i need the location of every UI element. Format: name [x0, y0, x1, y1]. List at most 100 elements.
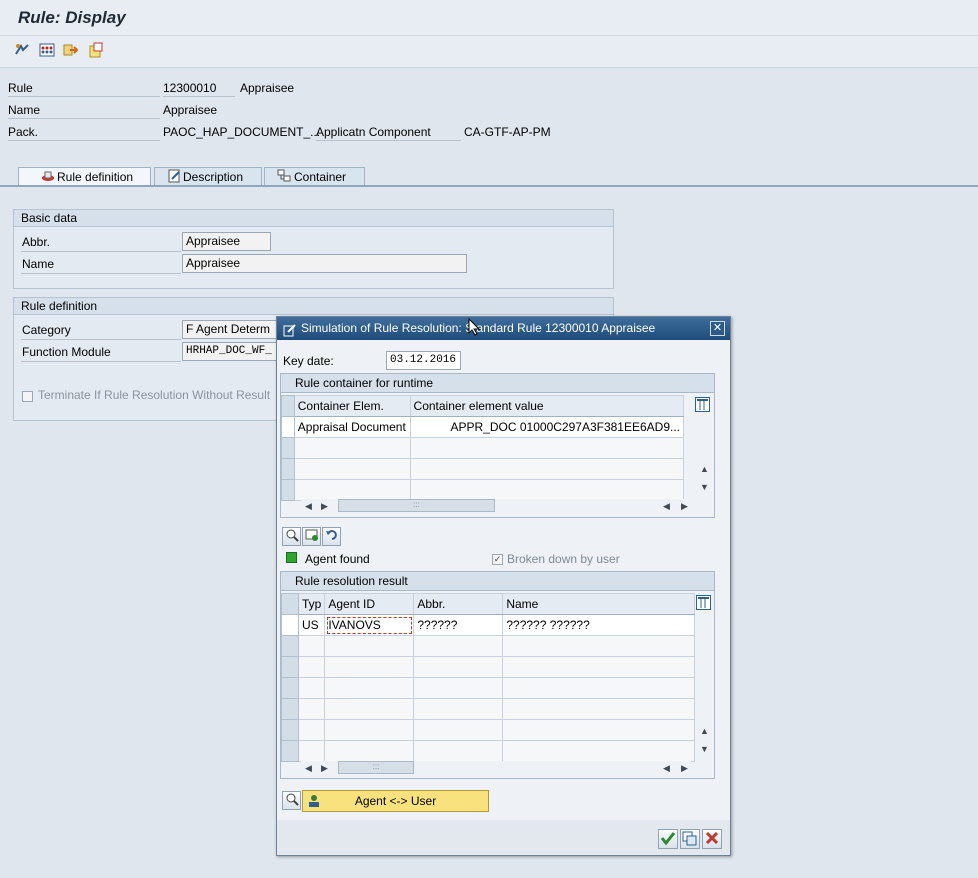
title-bar: Rule: Display	[0, 0, 978, 36]
agent-found-label: Agent found	[305, 552, 370, 566]
rule-container-title: Rule container for runtime	[281, 374, 714, 393]
name-label-underline	[21, 273, 181, 274]
details-button[interactable]	[282, 791, 301, 810]
where-used-icon[interactable]	[87, 42, 105, 60]
scroll-right-icon[interactable]: ▶	[321, 501, 328, 512]
row-selector[interactable]	[281, 416, 295, 438]
terminate-label: Terminate If Rule Resolution Without Res…	[38, 388, 271, 402]
row-selector[interactable]	[281, 635, 299, 657]
abbr-label-underline	[21, 251, 181, 252]
result-table: Typ Agent ID Abbr. Name US IVANOVS ?????…	[281, 593, 695, 762]
table-row[interactable]: Appraisal Document APPR_DOC 01000C297A3F…	[281, 416, 685, 438]
dialog-footer	[277, 820, 730, 855]
category-field[interactable]: F Agent Determ	[182, 320, 282, 339]
rule-id: 12300010	[163, 81, 217, 95]
table-row[interactable]	[281, 656, 695, 678]
layout-settings-icon[interactable]	[696, 595, 711, 613]
scroll-down-icon[interactable]: ▼	[700, 744, 709, 754]
function-module-field[interactable]: HRHAP_DOC_WF_	[182, 342, 282, 361]
row-selector[interactable]	[281, 719, 299, 741]
rule-resolution-title: Rule resolution result	[281, 572, 714, 591]
column-header[interactable]: Container element value	[409, 395, 685, 417]
magnifier-icon	[285, 793, 299, 809]
rule-resolution-section: Rule resolution result Typ Agent ID Abbr…	[280, 571, 715, 779]
undo-icon	[325, 530, 339, 545]
details-button[interactable]	[282, 527, 301, 546]
table-row[interactable]	[281, 458, 685, 480]
confirm-button[interactable]	[658, 829, 678, 849]
rule-label-underline	[8, 96, 160, 97]
layout-settings-icon[interactable]	[695, 397, 710, 415]
abbr-field[interactable]: Appraisee	[182, 232, 271, 251]
table-row[interactable]	[281, 719, 695, 741]
scroll-up-icon[interactable]: ▲	[700, 464, 709, 474]
row-selector[interactable]	[281, 698, 299, 720]
table-row[interactable]	[281, 479, 685, 501]
column-header[interactable]: Container Elem.	[293, 395, 411, 417]
select-all-cell[interactable]	[281, 593, 299, 615]
bindings-icon[interactable]	[38, 42, 56, 60]
scroll-thumb[interactable]: :::	[338, 499, 495, 512]
horizontal-scrollbar[interactable]: ◀ ▶ ::: ◀ ▶	[301, 761, 691, 775]
row-selector[interactable]	[281, 677, 299, 699]
column-header[interactable]: Abbr.	[413, 593, 504, 615]
category-label: Category	[22, 323, 71, 337]
agent-user-button[interactable]: Agent <-> User	[302, 790, 489, 812]
scroll-right-icon[interactable]: ▶	[681, 763, 688, 774]
table-row[interactable]	[281, 740, 695, 762]
scroll-left-icon[interactable]: ◀	[663, 501, 670, 512]
row-selector[interactable]	[281, 479, 295, 501]
row-selector[interactable]	[281, 656, 299, 678]
row-selector[interactable]	[281, 740, 299, 762]
scroll-right-icon[interactable]: ▶	[321, 763, 328, 774]
name-cell[interactable]: ?????? ??????	[502, 614, 695, 636]
table-row[interactable]	[281, 698, 695, 720]
tab-container[interactable]: Container	[264, 167, 365, 186]
refresh-button[interactable]	[322, 527, 341, 546]
row-selector[interactable]	[281, 458, 295, 480]
scroll-up-icon[interactable]: ▲	[700, 726, 709, 736]
typ-cell[interactable]: US	[297, 614, 326, 636]
agent-id-cell[interactable]: IVANOVS	[324, 614, 415, 636]
container-value-cell[interactable]: APPR_DOC 01000C297A3F381EE6AD9...	[409, 416, 685, 438]
name-field[interactable]: Appraisee	[182, 254, 467, 273]
table-row[interactable]	[281, 635, 695, 657]
scroll-thumb[interactable]: :::	[338, 761, 414, 774]
scroll-left-icon[interactable]: ◀	[663, 763, 670, 774]
copy-button[interactable]	[680, 829, 700, 849]
row-selector[interactable]	[281, 614, 299, 636]
column-header[interactable]: Name	[502, 593, 695, 615]
export-icon[interactable]	[62, 42, 80, 60]
appcomp-label: Applicatn Component	[316, 125, 431, 139]
terminate-checkbox[interactable]	[22, 391, 33, 402]
pack-value: PAOC_HAP_DOCUMENT_...	[163, 125, 321, 139]
key-date-field[interactable]: 03.12.2016	[386, 351, 461, 370]
rule-id-underline	[163, 96, 235, 97]
scroll-left-icon[interactable]: ◀	[305, 501, 312, 512]
row-selector[interactable]	[281, 437, 295, 459]
scroll-left-icon[interactable]: ◀	[305, 763, 312, 774]
rule-simulate-icon[interactable]	[13, 42, 31, 60]
close-icon[interactable]: ✕	[710, 321, 725, 336]
scroll-right-icon[interactable]: ▶	[681, 501, 688, 512]
cancel-button[interactable]	[702, 829, 722, 849]
tab-rule-definition[interactable]: Rule definition	[18, 167, 151, 186]
pack-label: Pack.	[8, 125, 39, 139]
container-elem-cell[interactable]: Appraisal Document	[293, 416, 411, 438]
table-row[interactable]: US IVANOVS ?????? ?????? ??????	[281, 614, 695, 636]
abbr-cell[interactable]: ??????	[413, 614, 504, 636]
add-row-button[interactable]	[302, 527, 321, 546]
table-row[interactable]	[281, 437, 685, 459]
broken-down-checkbox[interactable]: ✓	[492, 554, 503, 565]
dialog-title-bar[interactable]: Simulation of Rule Resolution: Standard …	[277, 317, 730, 340]
horizontal-scrollbar[interactable]: ◀ ▶ ::: ◀ ▶	[301, 499, 691, 513]
table-row[interactable]	[281, 677, 695, 699]
scroll-down-icon[interactable]: ▼	[700, 482, 709, 492]
application-toolbar	[0, 36, 978, 68]
column-header[interactable]: Agent ID	[324, 593, 415, 615]
select-all-cell[interactable]	[281, 395, 295, 417]
confirm-icon	[660, 832, 676, 849]
tab-description[interactable]: Description	[154, 167, 262, 186]
column-header[interactable]: Typ	[297, 593, 326, 615]
cancel-icon	[704, 831, 720, 849]
